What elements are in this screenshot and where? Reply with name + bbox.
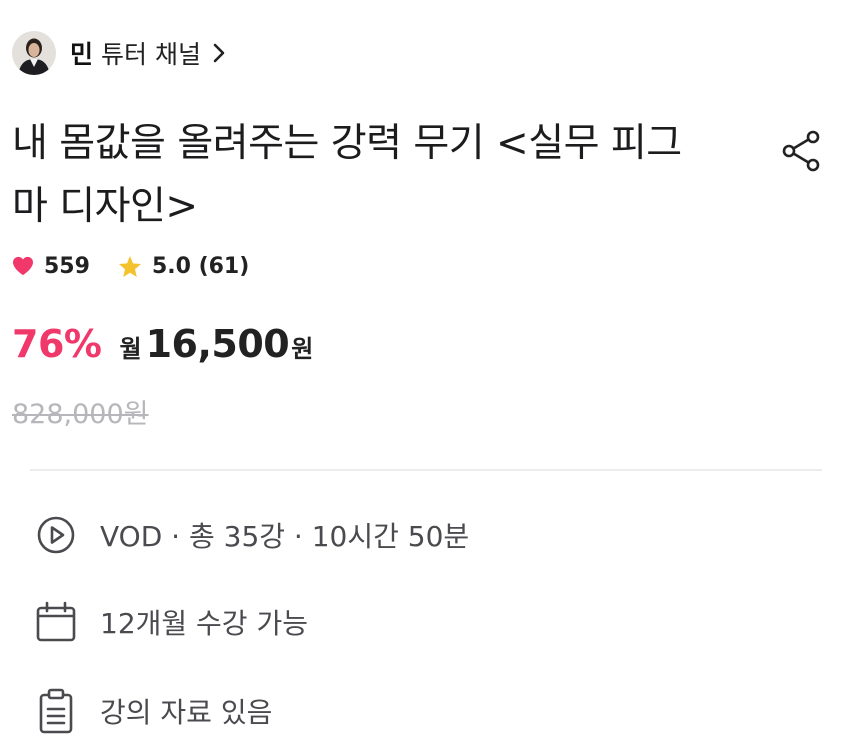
likes-stat[interactable]: 559	[12, 254, 90, 279]
info-text-vod: VOD · 총 35강 · 10시간 50분	[100, 520, 470, 553]
discount-rate: 76%	[12, 322, 102, 366]
monthly-price: 16,500	[145, 322, 290, 366]
info-item-period: 12개월 수강 가능	[32, 597, 308, 647]
calendar-icon	[32, 598, 80, 646]
divider	[30, 469, 822, 471]
share-button[interactable]	[778, 128, 824, 174]
tutor-name: 민	[70, 40, 94, 69]
clipboard-icon	[32, 687, 80, 735]
info-item-vod: VOD · 총 35강 · 10시간 50분	[32, 510, 469, 560]
rating-value: 5.0 (61)	[151, 253, 250, 279]
play-circle-icon	[32, 511, 80, 559]
share-icon	[782, 130, 820, 172]
chevron-right-icon	[213, 43, 225, 63]
star-icon	[118, 255, 141, 277]
info-text-materials: 강의 자료 있음	[100, 696, 273, 729]
course-title: 내 몸값을 올려주는 강력 무기 <실무 피그마 디자인>	[12, 121, 682, 229]
price-currency: 원	[291, 335, 314, 363]
price-period: 월	[119, 335, 142, 363]
rating-stat[interactable]: 5.0 (61)	[118, 254, 249, 279]
tutor-channel-link[interactable]: 민 튜터 채널	[12, 30, 225, 76]
info-text-period: 12개월 수강 가능	[100, 607, 308, 640]
heart-icon	[13, 256, 33, 276]
tutor-channel-label: 튜터 채널	[101, 40, 201, 69]
info-item-materials: 강의 자료 있음	[32, 686, 272, 736]
original-price: 828,000원	[12, 399, 149, 430]
price-row: 76% 월 16,500 원	[12, 322, 313, 378]
likes-count: 559	[44, 253, 90, 279]
course-stats: 559 5.0 (61)	[12, 250, 249, 282]
person-avatar-icon	[12, 31, 56, 75]
